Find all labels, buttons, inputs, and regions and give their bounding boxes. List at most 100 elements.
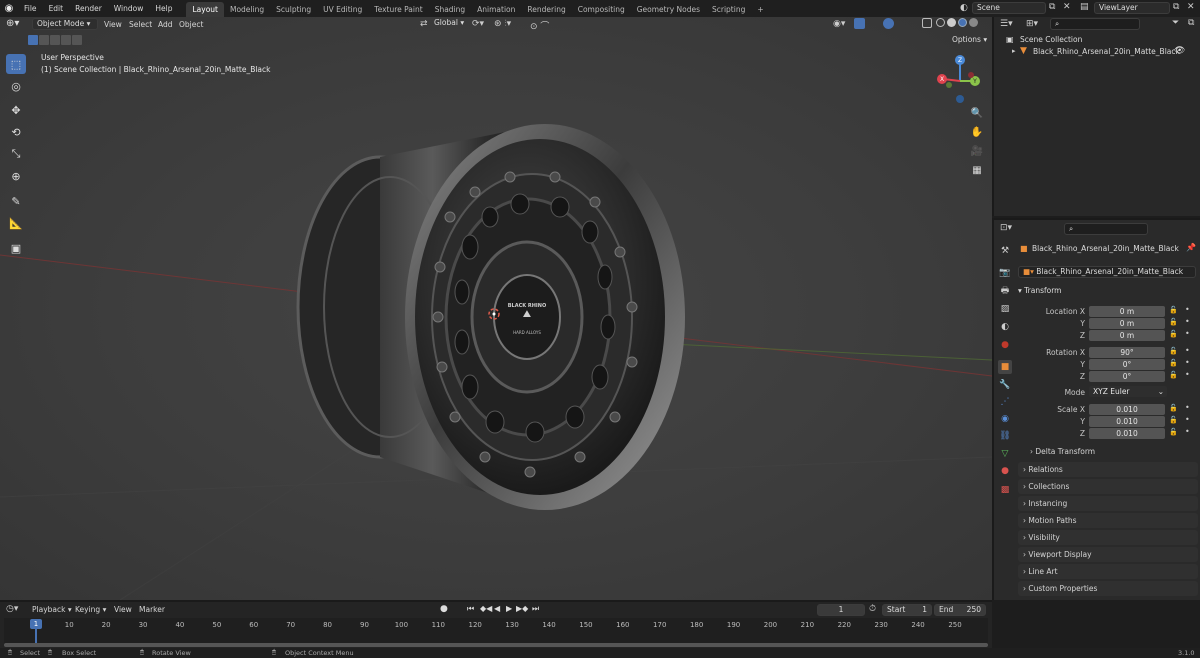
object-name-field[interactable]: ■▾ Black_Rhino_Arsenal_20in_Matte_Black bbox=[1018, 266, 1196, 278]
keyframe-dot-icon[interactable]: • bbox=[1185, 317, 1190, 326]
record-icon[interactable]: ● bbox=[440, 604, 448, 614]
zoom-icon[interactable]: 🔍 bbox=[969, 105, 985, 121]
lock-icon[interactable]: 🔓 bbox=[1169, 306, 1178, 314]
tab-scripting[interactable]: Scripting bbox=[706, 2, 751, 17]
scene-field[interactable]: Scene bbox=[972, 2, 1046, 14]
panel-visibility[interactable]: › Visibility bbox=[1018, 530, 1198, 545]
lock-icon[interactable]: 🔓 bbox=[1169, 359, 1178, 367]
properties-search-input[interactable]: ⌕ bbox=[1064, 223, 1148, 235]
eye-icon[interactable]: 👁 bbox=[1174, 46, 1185, 56]
menu-marker[interactable]: Marker bbox=[139, 605, 165, 614]
constraints-tab-icon[interactable]: ⛓ bbox=[998, 429, 1012, 443]
visibility-icon[interactable]: ◉▾ bbox=[833, 19, 845, 29]
tab-layout[interactable]: Layout bbox=[186, 2, 224, 17]
rendered-shading-icon[interactable] bbox=[969, 18, 978, 27]
mode-select[interactable]: Object Mode ▾ bbox=[32, 18, 98, 30]
rotation-z-field[interactable]: 0° bbox=[1089, 371, 1165, 382]
scale-y-field[interactable]: 0.010 bbox=[1089, 416, 1165, 427]
location-z-field[interactable]: 0 m bbox=[1089, 330, 1165, 341]
lock-icon[interactable]: 🔓 bbox=[1169, 371, 1178, 379]
select-subtract-icon[interactable] bbox=[50, 35, 60, 45]
rotate-tool[interactable]: ⟲ bbox=[6, 122, 26, 142]
select-difference-icon[interactable] bbox=[61, 35, 71, 45]
panel-collections[interactable]: › Collections bbox=[1018, 479, 1198, 494]
material-shading-icon[interactable] bbox=[958, 18, 967, 27]
output-tab-icon[interactable]: 🖶 bbox=[998, 284, 1012, 298]
outliner-funnel-icon[interactable]: ⏷ bbox=[1172, 18, 1179, 28]
menu-edit[interactable]: Edit bbox=[43, 0, 70, 17]
keyframe-dot-icon[interactable]: • bbox=[1185, 329, 1190, 338]
options-dropdown[interactable]: Options ▾ bbox=[948, 35, 988, 47]
gizmo-toggle-icon[interactable] bbox=[854, 18, 865, 29]
tab-shading[interactable]: Shading bbox=[429, 2, 471, 17]
delete-scene-icon[interactable]: ✕ bbox=[1063, 2, 1071, 12]
keyframe-dot-icon[interactable]: • bbox=[1185, 415, 1190, 424]
new-collection-icon[interactable]: ⧉ bbox=[1188, 18, 1194, 28]
lock-icon[interactable]: 🔓 bbox=[1169, 404, 1178, 412]
scene-tab-icon[interactable]: ◐ bbox=[998, 320, 1012, 334]
particles-tab-icon[interactable]: ⋰ bbox=[998, 395, 1012, 409]
menu-add[interactable]: Add bbox=[158, 19, 173, 31]
outliner-search-input[interactable]: ⌕ bbox=[1050, 18, 1140, 30]
outliner-scene-collection[interactable]: Scene Collection bbox=[1020, 35, 1082, 44]
view-layer-field[interactable]: ViewLayer bbox=[1094, 2, 1170, 14]
location-x-field[interactable]: 0 m bbox=[1089, 306, 1165, 317]
3d-viewport[interactable]: BLACK RHINO ⛰ HARD ALLOYS ⊕▾ Object Mode… bbox=[0, 17, 992, 600]
editor-type-icon[interactable]: ⊕▾ bbox=[6, 18, 19, 29]
physics-tab-icon[interactable]: ◉ bbox=[998, 412, 1012, 426]
select-box-tool[interactable]: ⬚ bbox=[6, 54, 26, 74]
timeline-scrollbar[interactable] bbox=[4, 643, 988, 647]
keyframe-dot-icon[interactable]: • bbox=[1185, 427, 1190, 436]
menu-select[interactable]: Select bbox=[129, 19, 152, 31]
menu-window[interactable]: Window bbox=[108, 0, 150, 17]
tab-uv-editing[interactable]: UV Editing bbox=[317, 2, 368, 17]
outliner-editor-icon[interactable]: ☰▾ bbox=[1000, 19, 1013, 29]
panel-relations[interactable]: › Relations bbox=[1018, 462, 1198, 477]
new-view-layer-icon[interactable]: ⧉ bbox=[1173, 2, 1179, 12]
stopwatch-icon[interactable]: ⏱ bbox=[869, 604, 876, 614]
lock-icon[interactable]: 🔓 bbox=[1169, 318, 1178, 326]
overlay-toggle-icon[interactable] bbox=[883, 18, 894, 29]
select-new-icon[interactable] bbox=[28, 35, 38, 45]
end-frame-field[interactable]: End 250 bbox=[934, 604, 986, 616]
transform-tool[interactable]: ⊕ bbox=[6, 166, 26, 186]
pivot-icon[interactable]: ⟳▾ bbox=[472, 19, 484, 29]
measure-tool[interactable]: 📐 bbox=[6, 213, 26, 233]
tab-texture-paint[interactable]: Texture Paint bbox=[368, 2, 428, 17]
panel-line-art[interactable]: › Line Art bbox=[1018, 564, 1198, 579]
lock-icon[interactable]: 🔓 bbox=[1169, 416, 1178, 424]
blender-logo-icon[interactable]: ◉ bbox=[0, 3, 18, 14]
select-extend-icon[interactable] bbox=[39, 35, 49, 45]
outliner-filter-icon[interactable]: ⊞▾ bbox=[1026, 19, 1038, 29]
transform-orientation-select[interactable]: Global ▾ bbox=[430, 18, 468, 30]
play-icon[interactable]: ▶ bbox=[506, 604, 512, 613]
menu-timeline-view[interactable]: View bbox=[114, 605, 132, 614]
menu-file[interactable]: File bbox=[18, 0, 43, 17]
add-cube-tool[interactable]: ▣ bbox=[6, 238, 26, 258]
modifier-tab-icon[interactable]: 🔧 bbox=[998, 378, 1012, 392]
menu-keying[interactable]: Keying ▾ bbox=[75, 605, 106, 614]
menu-help[interactable]: Help bbox=[149, 0, 178, 17]
transform-panel-header[interactable]: ▾ Transform bbox=[1018, 284, 1198, 298]
tab-rendering[interactable]: Rendering bbox=[521, 2, 571, 17]
pan-hand-icon[interactable]: ✋ bbox=[969, 124, 985, 140]
expand-arrow-icon[interactable]: ▸ bbox=[1012, 47, 1016, 55]
panel-motion-paths[interactable]: › Motion Paths bbox=[1018, 513, 1198, 528]
start-frame-field[interactable]: Start 1 bbox=[882, 604, 932, 616]
solid-shading-icon[interactable] bbox=[947, 18, 956, 27]
tab-compositing[interactable]: Compositing bbox=[572, 2, 631, 17]
new-scene-icon[interactable]: ⧉ bbox=[1049, 2, 1055, 12]
properties-editor-icon[interactable]: ⊡▾ bbox=[1000, 223, 1012, 233]
current-frame-field[interactable]: 1 bbox=[817, 604, 865, 616]
lock-icon[interactable]: 🔓 bbox=[1169, 330, 1178, 338]
tab-sculpting[interactable]: Sculpting bbox=[270, 2, 317, 17]
keyframe-dot-icon[interactable]: • bbox=[1185, 370, 1190, 379]
world-tab-icon[interactable]: ● bbox=[998, 338, 1012, 352]
menu-playback[interactable]: Playback ▾ bbox=[32, 605, 72, 614]
rotation-x-field[interactable]: 90° bbox=[1089, 347, 1165, 358]
xray-icon[interactable] bbox=[922, 18, 932, 28]
select-intersect-icon[interactable] bbox=[72, 35, 82, 45]
tab-geometry-nodes[interactable]: Geometry Nodes bbox=[631, 2, 706, 17]
menu-object[interactable]: Object bbox=[179, 19, 203, 31]
snap-icon[interactable]: ⊛ ⫶▾ bbox=[494, 19, 511, 29]
